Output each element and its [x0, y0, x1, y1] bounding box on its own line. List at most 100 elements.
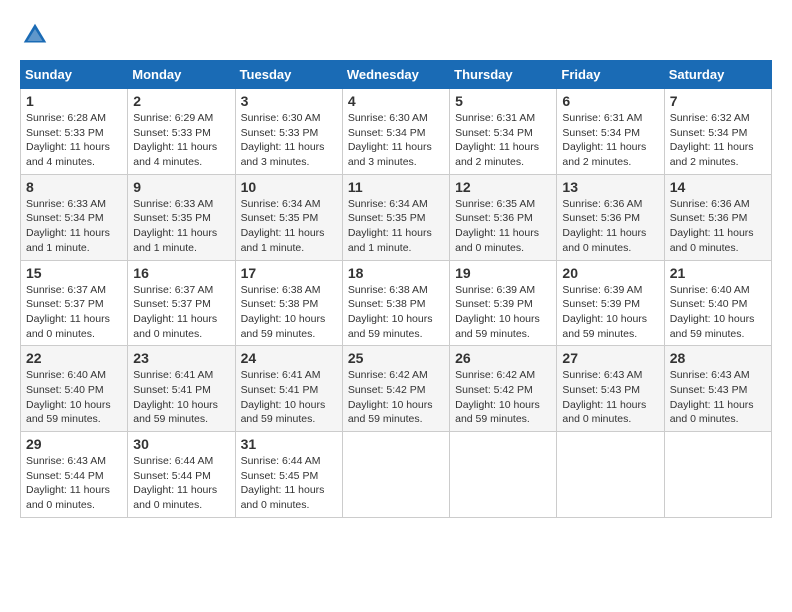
logo-icon	[20, 20, 50, 50]
day-number: 27	[562, 350, 658, 366]
calendar-cell: 26 Sunrise: 6:42 AMSunset: 5:42 PMDayligh…	[450, 346, 557, 432]
day-number: 22	[26, 350, 122, 366]
page-header	[20, 20, 772, 50]
day-info: Sunrise: 6:34 AMSunset: 5:35 PMDaylight:…	[348, 197, 444, 256]
day-number: 23	[133, 350, 229, 366]
calendar-week-row: 22 Sunrise: 6:40 AMSunset: 5:40 PMDayligh…	[21, 346, 772, 432]
day-number: 24	[241, 350, 337, 366]
day-info: Sunrise: 6:43 AMSunset: 5:43 PMDaylight:…	[670, 368, 766, 427]
calendar-cell	[664, 432, 771, 518]
day-info: Sunrise: 6:30 AMSunset: 5:34 PMDaylight:…	[348, 111, 444, 170]
calendar-cell: 23 Sunrise: 6:41 AMSunset: 5:41 PMDayligh…	[128, 346, 235, 432]
day-info: Sunrise: 6:35 AMSunset: 5:36 PMDaylight:…	[455, 197, 551, 256]
calendar-header-saturday: Saturday	[664, 61, 771, 89]
calendar-cell: 4 Sunrise: 6:30 AMSunset: 5:34 PMDaylight…	[342, 89, 449, 175]
day-info: Sunrise: 6:28 AMSunset: 5:33 PMDaylight:…	[26, 111, 122, 170]
day-info: Sunrise: 6:33 AMSunset: 5:34 PMDaylight:…	[26, 197, 122, 256]
calendar-cell: 2 Sunrise: 6:29 AMSunset: 5:33 PMDaylight…	[128, 89, 235, 175]
calendar-cell: 14Sunrise: 6:36 AMSunset: 5:36 PMDayligh…	[664, 174, 771, 260]
calendar-cell: 29 Sunrise: 6:43 AMSunset: 5:44 PMDayligh…	[21, 432, 128, 518]
day-number: 12	[455, 179, 551, 195]
day-info: Sunrise: 6:40 AMSunset: 5:40 PMDaylight:…	[670, 283, 766, 342]
day-info: Sunrise: 6:37 AMSunset: 5:37 PMDaylight:…	[26, 283, 122, 342]
day-number: 26	[455, 350, 551, 366]
calendar-cell: 21 Sunrise: 6:40 AMSunset: 5:40 PMDayligh…	[664, 260, 771, 346]
calendar-cell	[557, 432, 664, 518]
calendar-cell: 30 Sunrise: 6:44 AMSunset: 5:44 PMDayligh…	[128, 432, 235, 518]
day-number: 7	[670, 93, 766, 109]
day-info: Sunrise: 6:43 AMSunset: 5:43 PMDaylight:…	[562, 368, 658, 427]
day-info: Sunrise: 6:42 AMSunset: 5:42 PMDaylight:…	[455, 368, 551, 427]
calendar-cell: 7 Sunrise: 6:32 AMSunset: 5:34 PMDaylight…	[664, 89, 771, 175]
day-number: 2	[133, 93, 229, 109]
day-number: 20	[562, 265, 658, 281]
day-info: Sunrise: 6:44 AMSunset: 5:45 PMDaylight:…	[241, 454, 337, 513]
day-number: 9	[133, 179, 229, 195]
calendar-cell: 5 Sunrise: 6:31 AMSunset: 5:34 PMDaylight…	[450, 89, 557, 175]
calendar-week-row: 29 Sunrise: 6:43 AMSunset: 5:44 PMDayligh…	[21, 432, 772, 518]
calendar-cell: 1 Sunrise: 6:28 AMSunset: 5:33 PMDaylight…	[21, 89, 128, 175]
calendar-cell: 22 Sunrise: 6:40 AMSunset: 5:40 PMDayligh…	[21, 346, 128, 432]
day-info: Sunrise: 6:38 AMSunset: 5:38 PMDaylight:…	[348, 283, 444, 342]
day-number: 1	[26, 93, 122, 109]
calendar-cell: 10Sunrise: 6:34 AMSunset: 5:35 PMDayligh…	[235, 174, 342, 260]
day-number: 6	[562, 93, 658, 109]
day-number: 8	[26, 179, 122, 195]
calendar-cell	[342, 432, 449, 518]
day-info: Sunrise: 6:39 AMSunset: 5:39 PMDaylight:…	[562, 283, 658, 342]
day-number: 10	[241, 179, 337, 195]
day-info: Sunrise: 6:32 AMSunset: 5:34 PMDaylight:…	[670, 111, 766, 170]
day-info: Sunrise: 6:39 AMSunset: 5:39 PMDaylight:…	[455, 283, 551, 342]
day-number: 17	[241, 265, 337, 281]
day-info: Sunrise: 6:41 AMSunset: 5:41 PMDaylight:…	[241, 368, 337, 427]
calendar-week-row: 8 Sunrise: 6:33 AMSunset: 5:34 PMDaylight…	[21, 174, 772, 260]
day-number: 4	[348, 93, 444, 109]
day-number: 19	[455, 265, 551, 281]
calendar-cell	[450, 432, 557, 518]
calendar-cell: 12 Sunrise: 6:35 AMSunset: 5:36 PMDayligh…	[450, 174, 557, 260]
day-number: 18	[348, 265, 444, 281]
day-info: Sunrise: 6:29 AMSunset: 5:33 PMDaylight:…	[133, 111, 229, 170]
day-number: 11	[348, 179, 444, 195]
day-info: Sunrise: 6:43 AMSunset: 5:44 PMDaylight:…	[26, 454, 122, 513]
calendar-cell: 24 Sunrise: 6:41 AMSunset: 5:41 PMDayligh…	[235, 346, 342, 432]
day-info: Sunrise: 6:41 AMSunset: 5:41 PMDaylight:…	[133, 368, 229, 427]
day-info: Sunrise: 6:33 AMSunset: 5:35 PMDaylight:…	[133, 197, 229, 256]
day-info: Sunrise: 6:40 AMSunset: 5:40 PMDaylight:…	[26, 368, 122, 427]
calendar-cell: 6 Sunrise: 6:31 AMSunset: 5:34 PMDaylight…	[557, 89, 664, 175]
day-info: Sunrise: 6:37 AMSunset: 5:37 PMDaylight:…	[133, 283, 229, 342]
calendar-cell: 16 Sunrise: 6:37 AMSunset: 5:37 PMDayligh…	[128, 260, 235, 346]
calendar-cell: 13Sunrise: 6:36 AMSunset: 5:36 PMDayligh…	[557, 174, 664, 260]
calendar-cell: 19 Sunrise: 6:39 AMSunset: 5:39 PMDayligh…	[450, 260, 557, 346]
day-number: 29	[26, 436, 122, 452]
calendar-cell: 9 Sunrise: 6:33 AMSunset: 5:35 PMDaylight…	[128, 174, 235, 260]
calendar-cell: 27 Sunrise: 6:43 AMSunset: 5:43 PMDayligh…	[557, 346, 664, 432]
calendar-header-monday: Monday	[128, 61, 235, 89]
day-number: 30	[133, 436, 229, 452]
calendar-header-thursday: Thursday	[450, 61, 557, 89]
calendar-cell: 11 Sunrise: 6:34 AMSunset: 5:35 PMDayligh…	[342, 174, 449, 260]
day-number: 14	[670, 179, 766, 195]
calendar-week-row: 1 Sunrise: 6:28 AMSunset: 5:33 PMDaylight…	[21, 89, 772, 175]
day-number: 25	[348, 350, 444, 366]
calendar-cell: 15 Sunrise: 6:37 AMSunset: 5:37 PMDayligh…	[21, 260, 128, 346]
day-info: Sunrise: 6:44 AMSunset: 5:44 PMDaylight:…	[133, 454, 229, 513]
calendar-header-tuesday: Tuesday	[235, 61, 342, 89]
day-info: Sunrise: 6:30 AMSunset: 5:33 PMDaylight:…	[241, 111, 337, 170]
day-info: Sunrise: 6:31 AMSunset: 5:34 PMDaylight:…	[455, 111, 551, 170]
calendar-cell: 20 Sunrise: 6:39 AMSunset: 5:39 PMDayligh…	[557, 260, 664, 346]
day-number: 15	[26, 265, 122, 281]
calendar-cell: 8 Sunrise: 6:33 AMSunset: 5:34 PMDaylight…	[21, 174, 128, 260]
day-info: Sunrise: 6:31 AMSunset: 5:34 PMDaylight:…	[562, 111, 658, 170]
calendar-header-sunday: Sunday	[21, 61, 128, 89]
calendar-cell: 31Sunrise: 6:44 AMSunset: 5:45 PMDayligh…	[235, 432, 342, 518]
day-number: 21	[670, 265, 766, 281]
day-number: 16	[133, 265, 229, 281]
day-number: 13	[562, 179, 658, 195]
day-number: 28	[670, 350, 766, 366]
calendar-week-row: 15 Sunrise: 6:37 AMSunset: 5:37 PMDayligh…	[21, 260, 772, 346]
calendar-cell: 28 Sunrise: 6:43 AMSunset: 5:43 PMDayligh…	[664, 346, 771, 432]
calendar-table: SundayMondayTuesdayWednesdayThursdayFrid…	[20, 60, 772, 518]
day-number: 5	[455, 93, 551, 109]
calendar-cell: 3Sunrise: 6:30 AMSunset: 5:33 PMDaylight…	[235, 89, 342, 175]
